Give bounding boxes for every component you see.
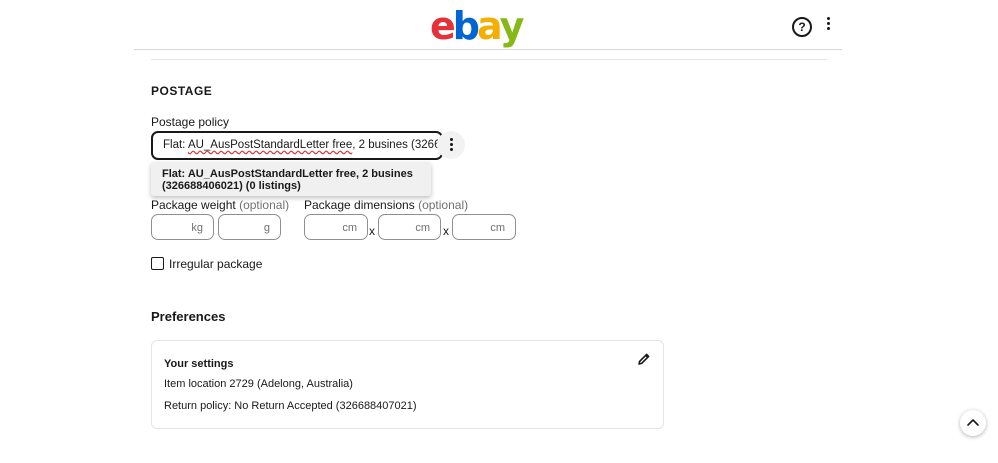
dimension-width-input[interactable]: cm	[378, 214, 441, 240]
weight-g-input[interactable]: g	[218, 214, 281, 240]
optional-text: (optional)	[239, 198, 290, 212]
dimension-separator: x	[443, 224, 449, 238]
policy-value-flagged: AU_AusPostStandardLetter free	[187, 139, 353, 151]
package-dimensions-label: Package dimensions (optional)	[304, 198, 468, 212]
dropdown-option[interactable]: Flat: AU_AusPostStandardLetter free, 2 b…	[162, 168, 424, 192]
package-weight-label: Package weight (optional)	[151, 198, 289, 212]
policy-options-button[interactable]	[437, 131, 465, 159]
settings-card: Your settings Item location 2729 (Adelon…	[151, 340, 664, 429]
postage-section-title: POSTAGE	[151, 84, 213, 98]
kebab-menu-icon[interactable]	[824, 17, 832, 37]
irregular-package-label[interactable]: Irregular package	[169, 257, 262, 271]
kebab-vertical-icon	[449, 138, 453, 153]
logo-letter-a: a	[476, 4, 503, 48]
pencil-icon[interactable]	[637, 352, 651, 366]
logo-letter-y: y	[499, 4, 525, 48]
scroll-to-top-button[interactable]	[960, 410, 986, 436]
header: ebay ?	[134, 0, 842, 50]
preferences-title: Preferences	[151, 309, 226, 324]
dimensions-label-text: Package dimensions	[304, 198, 415, 212]
dimension-height-input[interactable]: cm	[452, 214, 516, 240]
policy-dropdown: Flat: AU_AusPostStandardLetter free, 2 b…	[151, 162, 431, 196]
irregular-package-checkbox[interactable]	[151, 257, 164, 270]
postage-policy-input[interactable]: Flat: AU_AusPostStandardLetter free, 2 b…	[151, 131, 443, 160]
optional-text: (optional)	[418, 198, 469, 212]
chevron-up-icon	[967, 419, 979, 426]
policy-value-prefix: Flat:	[163, 139, 188, 151]
postage-policy-label: Postage policy	[151, 115, 230, 129]
return-policy-text: Return policy: No Return Accepted (32668…	[164, 400, 417, 412]
dimension-length-input[interactable]: cm	[304, 214, 368, 240]
settings-card-title: Your settings	[164, 358, 234, 370]
logo-letter-e: e	[430, 4, 456, 48]
weight-kg-input[interactable]: kg	[151, 214, 214, 240]
weight-label-text: Package weight	[151, 198, 236, 212]
logo-letter-b: b	[452, 4, 480, 48]
dimension-separator: x	[369, 224, 375, 238]
help-circle-icon[interactable]: ?	[792, 17, 812, 37]
policy-value-suffix: , 2 busines (32668	[352, 139, 443, 151]
ebay-logo[interactable]: ebay	[430, 4, 525, 48]
item-location-text: Item location 2729 (Adelong, Australia)	[164, 378, 353, 390]
section-divider	[151, 59, 827, 60]
